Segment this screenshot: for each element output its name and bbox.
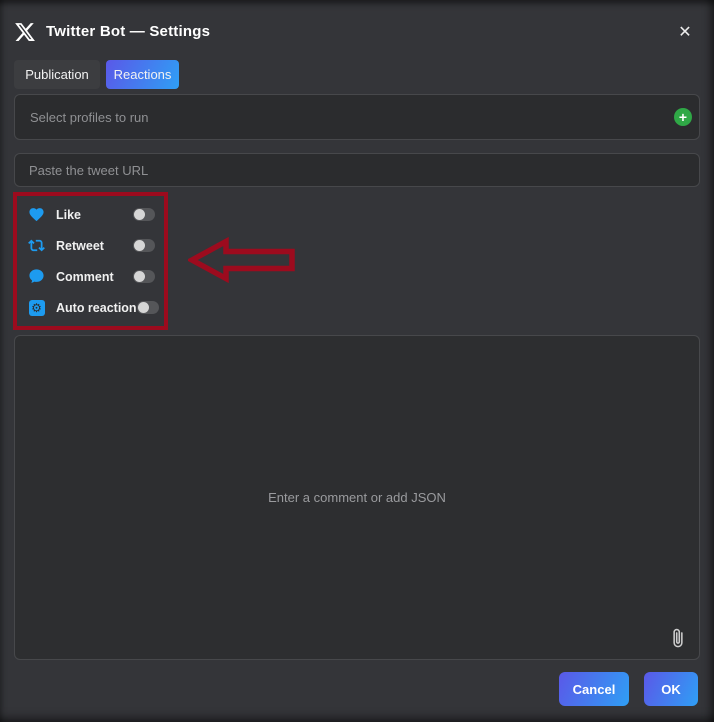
toggle-label-comment: Comment xyxy=(56,270,114,284)
toggle-knob xyxy=(134,271,145,282)
x-twitter-logo-icon xyxy=(14,21,36,43)
gear-icon: ⚙ xyxy=(28,299,45,316)
add-profile-button[interactable]: + xyxy=(674,108,692,126)
toggle-label-auto-reaction: Auto reaction xyxy=(56,301,137,315)
cancel-button[interactable]: Cancel xyxy=(559,672,629,706)
heart-icon xyxy=(28,206,45,223)
comment-json-textarea[interactable]: Enter a comment or add JSON xyxy=(14,335,700,660)
attach-file-paperclip-icon[interactable] xyxy=(666,626,690,652)
like-toggle[interactable] xyxy=(133,208,155,221)
toggle-row-comment[interactable]: Comment xyxy=(28,264,155,290)
tab-publication[interactable]: Publication xyxy=(14,60,100,89)
profiles-select-field[interactable]: Select profiles to run xyxy=(14,94,700,140)
toggle-row-like[interactable]: Like xyxy=(28,202,155,228)
toggle-row-auto-reaction[interactable]: ⚙ Auto reaction xyxy=(28,295,155,321)
comment-toggle[interactable] xyxy=(133,270,155,283)
settings-dialog: Twitter Bot — Settings ✕ Publication Rea… xyxy=(0,0,714,722)
reaction-toggle-group-highlight-box: Like Retweet Comment ⚙ xyxy=(13,192,168,330)
toggle-knob xyxy=(134,240,145,251)
tweet-url-input[interactable] xyxy=(14,153,700,187)
toggle-label-retweet: Retweet xyxy=(56,239,104,253)
comment-icon xyxy=(28,268,45,285)
tab-reactions[interactable]: Reactions xyxy=(106,60,179,89)
retweet-icon xyxy=(28,237,45,254)
left-arrow-annotation xyxy=(188,237,296,283)
ok-button[interactable]: OK xyxy=(644,672,698,706)
dialog-title: Twitter Bot — Settings xyxy=(46,23,210,40)
comment-placeholder: Enter a comment or add JSON xyxy=(268,490,446,505)
toggle-row-retweet[interactable]: Retweet xyxy=(28,233,155,259)
retweet-toggle[interactable] xyxy=(133,239,155,252)
profiles-placeholder: Select profiles to run xyxy=(30,110,149,125)
toggle-knob xyxy=(138,302,149,313)
toggle-knob xyxy=(134,209,145,220)
auto-reaction-toggle[interactable] xyxy=(137,301,159,314)
toggle-label-like: Like xyxy=(56,208,81,222)
close-icon[interactable]: ✕ xyxy=(672,20,698,46)
